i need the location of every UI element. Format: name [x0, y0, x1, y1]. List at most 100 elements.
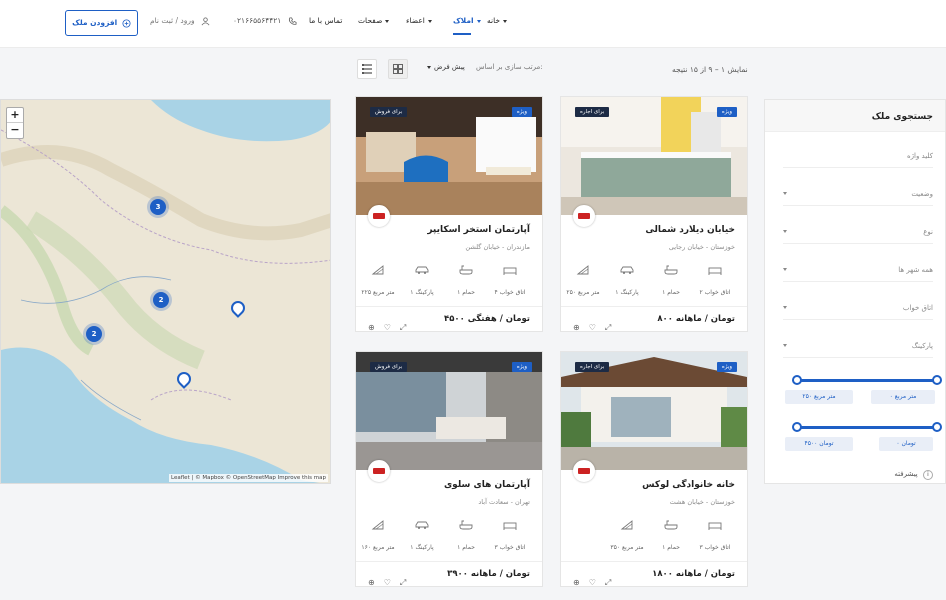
nav-properties[interactable]: املاک — [453, 16, 481, 25]
bedrooms-value: ۴ اتاق خواب — [494, 289, 526, 296]
card-divider — [356, 306, 542, 307]
expand-icon[interactable]: ⤢ — [400, 323, 406, 333]
featured-badge: ویژه — [511, 362, 532, 372]
user-icon — [201, 16, 210, 25]
chevron-down-icon — [783, 230, 787, 233]
expand-icon[interactable]: ⤢ — [605, 578, 611, 588]
agent-avatar[interactable] — [368, 460, 390, 482]
results-toolbar: نمایش ۱ – ۹ از ۱۵ نتیجه مرتب سازی بر اسا… — [0, 56, 946, 82]
property-features: ۳ اتاق خواب ۱ حمام ۱ پارکینگ ۱۶۰ متر مرب… — [361, 520, 532, 553]
heart-icon[interactable]: ♡ — [589, 323, 596, 332]
zoom-in-button[interactable]: + — [7, 108, 23, 123]
card-divider — [356, 561, 542, 562]
property-address: تهران - سعادت آباد — [478, 498, 530, 506]
baths-value: ۱ حمام — [457, 289, 475, 296]
baths-value: ۱ حمام — [662, 289, 680, 296]
bath-icon — [459, 520, 473, 530]
phone-link[interactable]: ۰۲۱۶۶۵۵۶۴۴۲۱ — [233, 16, 297, 26]
bedrooms-feature: ۳ اتاق خواب — [693, 520, 737, 553]
slider-handle-max[interactable] — [932, 422, 942, 432]
status-select[interactable]: وضعیت — [783, 184, 933, 206]
property-title[interactable]: خیابان دیلارد شمالی — [645, 225, 735, 235]
nav-pages[interactable]: صفحات — [358, 16, 390, 25]
map-attribution[interactable]: Leaflet | © Mapbox © OpenStreetMap Impro… — [169, 474, 328, 482]
nav-home-label: خانه — [487, 16, 501, 25]
property-map[interactable]: + − 3 2 2 Leaflet | © Mapbox © OpenStree… — [0, 99, 331, 484]
advanced-label: پیشرفته — [894, 470, 918, 478]
chevron-down-icon — [783, 268, 787, 271]
bath-icon — [664, 265, 678, 275]
sort-select[interactable]: پیش فرض — [427, 63, 465, 71]
property-card[interactable]: برای فروش ویژه آپارتمان استخر اسکایپر ما… — [355, 96, 543, 332]
area-feature: ۳۵۰ متر مربع — [605, 520, 649, 553]
map-cluster[interactable]: 2 — [83, 323, 105, 345]
nav-contact[interactable]: تماس با ما — [309, 16, 342, 25]
price-range-slider[interactable] — [792, 422, 942, 432]
area-range-slider[interactable] — [792, 375, 942, 385]
map-cluster[interactable]: 2 — [150, 289, 172, 311]
heart-icon[interactable]: ♡ — [384, 323, 391, 332]
compare-plus-icon[interactable]: ⊕ — [368, 578, 375, 587]
property-features: ۴ اتاق خواب ۱ حمام ۱ پارکینگ ۲۲۵ متر مرب… — [361, 265, 532, 296]
chevron-down-icon — [427, 19, 432, 23]
bedrooms-feature: ۳ اتاق خواب — [488, 520, 532, 553]
chevron-down-icon — [783, 344, 787, 347]
slider-handle-max[interactable] — [932, 375, 942, 385]
parking-value: ۱ پارکینگ — [410, 289, 434, 296]
featured-badge: ویژه — [716, 362, 737, 372]
expand-icon[interactable]: ⤢ — [400, 578, 406, 588]
property-card[interactable]: برای اجاره ویژه خانه خانوادگی لوکس خوزست… — [560, 351, 748, 587]
area-feature: ۲۲۵ متر مربع — [356, 265, 400, 298]
heart-icon[interactable]: ♡ — [589, 578, 596, 587]
site-header: خانه املاک اعضاء صفحات تماس با ما ۰۲۱۶۶۵… — [0, 0, 946, 48]
expand-icon[interactable]: ⤢ — [605, 323, 611, 333]
agent-avatar[interactable] — [573, 460, 595, 482]
nav-home[interactable]: خانه — [487, 16, 508, 25]
chevron-down-icon — [427, 65, 431, 69]
parking-select[interactable]: پارکینگ — [783, 336, 933, 358]
car-icon — [415, 521, 429, 529]
status-badge: برای فروش — [370, 362, 408, 372]
baths-feature: ۱ حمام — [649, 265, 693, 298]
bedrooms-value: ۳ اتاق خواب — [494, 544, 526, 551]
bedrooms-select[interactable]: اتاق خواب — [783, 298, 933, 320]
parking-select-label: پارکینگ — [911, 342, 933, 350]
compare-plus-icon[interactable]: ⊕ — [573, 323, 580, 332]
property-title[interactable]: خانه خانوادگی لوکس — [642, 480, 735, 490]
advanced-search-toggle[interactable]: پیشرفته i — [894, 470, 933, 480]
bed-icon — [708, 522, 722, 530]
compare-plus-icon[interactable]: ⊕ — [573, 578, 580, 587]
nav-contact-label: تماس با ما — [309, 16, 343, 25]
type-select[interactable]: نوع — [783, 222, 933, 244]
slider-handle-min[interactable] — [792, 375, 802, 385]
property-title[interactable]: آپارتمان استخر اسکایپر — [427, 225, 530, 235]
type-select-label: نوع — [923, 228, 933, 236]
grid-icon — [393, 64, 403, 74]
bedrooms-select-label: اتاق خواب — [902, 304, 933, 312]
baths-value: ۱ حمام — [457, 544, 475, 551]
property-title[interactable]: آپارتمان های سلوی — [444, 480, 530, 490]
add-property-button[interactable]: افزودن ملک — [65, 10, 138, 36]
agent-avatar[interactable] — [573, 205, 595, 227]
nav-members[interactable]: اعضاء — [406, 16, 432, 25]
login-link[interactable]: ورود / ثبت نام — [150, 16, 210, 26]
agent-avatar[interactable] — [368, 205, 390, 227]
featured-badge: ویژه — [511, 107, 532, 117]
compare-plus-icon[interactable]: ⊕ — [368, 323, 375, 332]
price-max-value: ۴۵۰۰ تومان — [785, 437, 853, 451]
slider-handle-min[interactable] — [792, 422, 802, 432]
grid-view-button[interactable] — [388, 59, 408, 79]
city-select[interactable]: همه شهر ها — [783, 260, 933, 282]
list-view-button[interactable] — [357, 59, 377, 79]
property-address: مازندران - خیابان گلشن — [465, 243, 530, 251]
heart-icon[interactable]: ♡ — [384, 578, 391, 587]
property-card[interactable]: برای اجاره ویژه خیابان دیلارد شمالی خوزس… — [560, 96, 748, 332]
map-cluster[interactable]: 3 — [147, 196, 169, 218]
keyword-input[interactable]: کلید واژه — [783, 146, 933, 168]
zoom-out-button[interactable]: − — [7, 123, 23, 138]
car-icon — [620, 266, 634, 274]
info-icon: i — [923, 470, 933, 480]
property-price: ۳۹۰۰ تومان / ماهانه — [447, 569, 530, 579]
baths-feature: ۱ حمام — [649, 520, 693, 553]
property-card[interactable]: برای فروش ویژه آپارتمان های سلوی تهران -… — [355, 351, 543, 587]
